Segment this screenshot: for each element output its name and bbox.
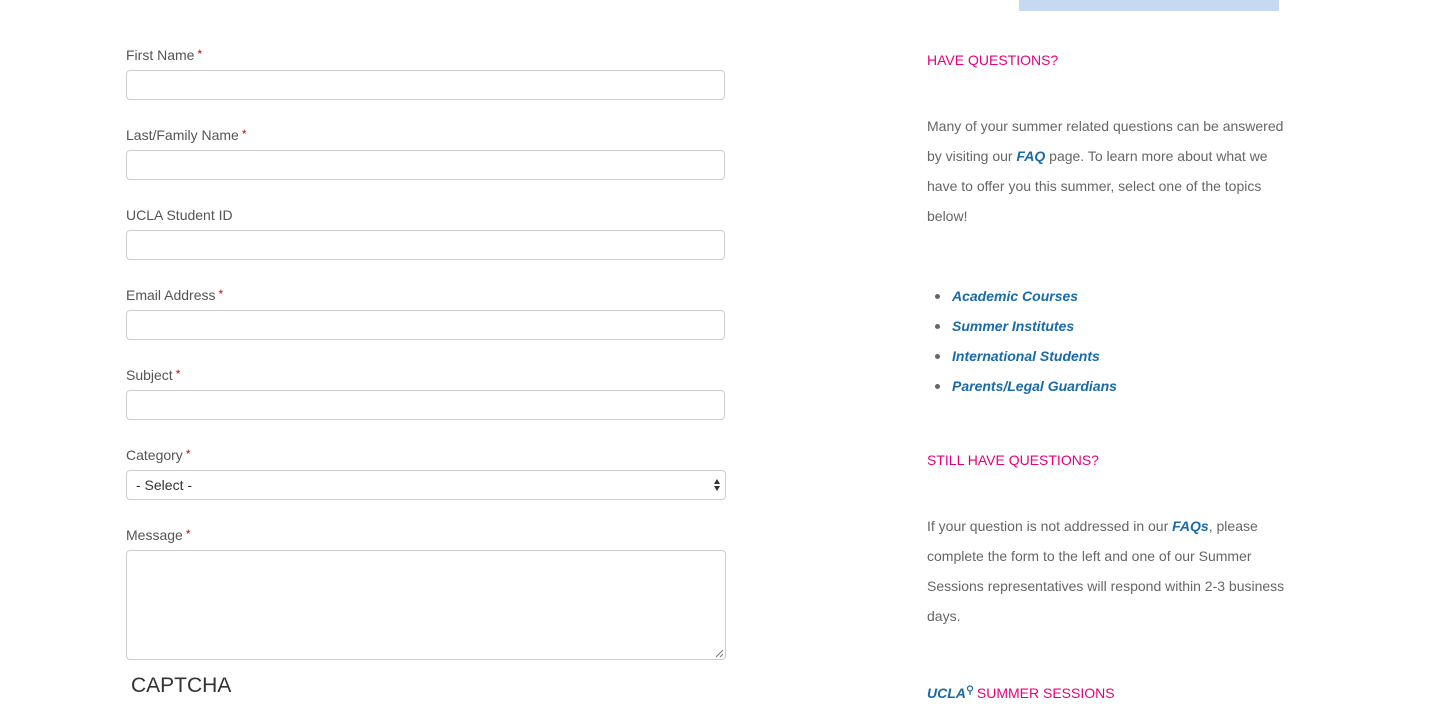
required-mark: *: [185, 527, 191, 541]
ucla-summer-sessions-logo[interactable]: UCLA SUMMER SESSIONS: [927, 685, 1115, 701]
bullet-icon: [935, 354, 940, 359]
topics-list: Academic Courses Summer Institutes Inter…: [927, 281, 1117, 401]
list-item: Parents/Legal Guardians: [927, 371, 1117, 401]
category-select[interactable]: - Select -: [126, 470, 726, 500]
page: First Name * Last/Family Name * UCLA Stude…: [0, 0, 1438, 711]
captcha-heading: CAPTCHA: [131, 674, 232, 697]
parents-guardians-link[interactable]: Parents/Legal Guardians: [952, 378, 1117, 394]
subject-label-text: Subject: [126, 367, 173, 383]
outro-text-1: If your question is not addressed in our: [927, 518, 1173, 534]
faq-link[interactable]: FAQ: [1016, 148, 1045, 164]
bullet-icon: [935, 294, 940, 299]
list-item: International Students: [927, 341, 1117, 371]
outro-paragraph: If your question is not addressed in our…: [927, 511, 1287, 631]
required-mark: *: [218, 287, 224, 301]
last-name-input[interactable]: [126, 150, 725, 180]
required-mark: *: [241, 127, 247, 141]
required-mark: *: [197, 47, 203, 61]
first-name-label-text: First Name: [126, 47, 195, 63]
last-name-label-text: Last/Family Name: [126, 127, 239, 143]
category-selected-value: - Select -: [136, 477, 193, 493]
list-item: Academic Courses: [927, 281, 1117, 311]
student-id-label: UCLA Student ID: [126, 207, 236, 223]
last-name-label: Last/Family Name *: [126, 127, 246, 143]
summer-institutes-link[interactable]: Summer Institutes: [952, 318, 1074, 334]
first-name-input[interactable]: [126, 70, 725, 100]
academic-courses-link[interactable]: Academic Courses: [952, 288, 1078, 304]
map-pin-icon: [966, 685, 973, 695]
category-label-text: Category: [126, 447, 183, 463]
international-students-link[interactable]: International Students: [952, 348, 1100, 364]
bullet-icon: [935, 384, 940, 389]
student-id-input[interactable]: [126, 230, 725, 260]
subject-label: Subject *: [126, 367, 180, 383]
email-label-text: Email Address: [126, 287, 216, 303]
required-mark: *: [185, 447, 191, 461]
list-item: Summer Institutes: [927, 311, 1117, 341]
message-label: Message *: [126, 527, 190, 543]
student-id-label-text: UCLA Student ID: [126, 207, 233, 223]
required-mark: *: [175, 367, 181, 381]
first-name-label: First Name *: [126, 47, 202, 63]
faqs-link[interactable]: FAQs: [1172, 518, 1209, 534]
message-label-text: Message: [126, 527, 183, 543]
subject-input[interactable]: [126, 390, 725, 420]
email-input[interactable]: [126, 310, 725, 340]
category-label: Category *: [126, 447, 190, 463]
email-label: Email Address *: [126, 287, 223, 303]
brand-summer-sessions-text: SUMMER SESSIONS: [976, 685, 1115, 701]
have-questions-heading: HAVE QUESTIONS?: [927, 52, 1059, 68]
top-banner-block: [1019, 0, 1279, 11]
bullet-icon: [935, 324, 940, 329]
message-textarea[interactable]: [126, 550, 726, 660]
select-arrows-icon: [714, 479, 720, 491]
resize-handle-icon[interactable]: [715, 649, 724, 658]
brand-ucla-text: UCLA: [927, 685, 966, 701]
intro-paragraph: Many of your summer related questions ca…: [927, 111, 1287, 231]
still-have-questions-heading: STILL HAVE QUESTIONS?: [927, 452, 1099, 468]
